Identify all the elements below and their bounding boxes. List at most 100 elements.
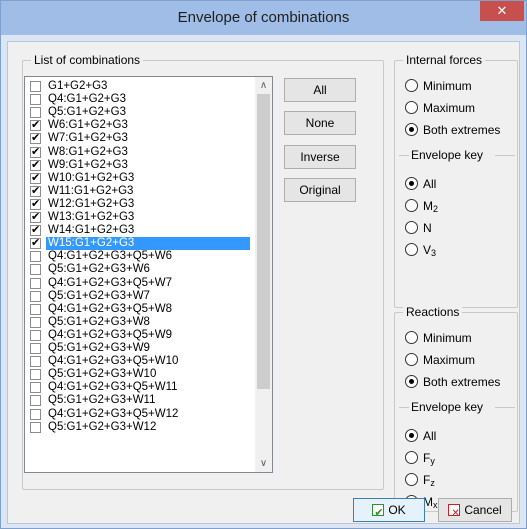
checkbox[interactable]: ✔ — [30, 225, 41, 237]
list-item-label: Q4:G1+G2+G3+Q5+W6 — [48, 250, 173, 263]
list-item-label: Q4:G1+G2+G3+Q5+W10 — [48, 355, 179, 368]
list-item[interactable]: Q4:G1+G2+G3+Q5+W12 — [25, 408, 255, 421]
checkbox[interactable] — [30, 251, 41, 263]
radio-button[interactable] — [405, 123, 418, 136]
original-button[interactable]: Original — [284, 178, 356, 202]
list-item[interactable]: ✔ W14:G1+G2+G3 — [25, 224, 255, 237]
list-item-label: Q4:G1+G2+G3+Q5+W12 — [48, 407, 179, 420]
checkbox[interactable]: ✔ — [30, 172, 41, 184]
list-item[interactable]: Q5:G1+G2+G3+W8 — [25, 316, 255, 329]
list-item-label: Q5:G1+G2+G3 — [48, 106, 126, 119]
scroll-down-icon[interactable]: ∨ — [255, 455, 272, 472]
all-button[interactable]: All — [284, 78, 356, 102]
scroll-up-icon[interactable]: ∧ — [255, 77, 272, 94]
key-symbol: N — [423, 221, 432, 235]
checkbox[interactable]: ✔ — [30, 185, 41, 197]
radio-label: M2 — [423, 198, 438, 217]
radio-button[interactable] — [405, 79, 418, 92]
vertical-scrollbar[interactable]: ∧ ∨ — [255, 77, 272, 472]
list-item[interactable]: Q5:G1+G2+G3+W6 — [25, 263, 255, 276]
list-item[interactable]: ✔ W15:G1+G2+G3 — [25, 237, 255, 251]
checkbox[interactable] — [30, 277, 41, 289]
list-item-label: W14:G1+G2+G3 — [48, 224, 135, 237]
checkbox[interactable]: ✔ — [30, 133, 41, 145]
dialog-window: Envelope of combinations ✕ List of combi… — [0, 0, 527, 529]
checkbox[interactable] — [30, 329, 41, 341]
list-item[interactable]: ✔ W9:G1+G2+G3 — [25, 159, 255, 172]
list-item[interactable]: Q5:G1+G2+G3+W11 — [25, 394, 255, 407]
checkbox[interactable] — [30, 316, 41, 328]
list-item[interactable]: ✔ W7:G1+G2+G3 — [25, 132, 255, 145]
list-item[interactable]: Q5:G1+G2+G3+W10 — [25, 368, 255, 381]
checkbox[interactable]: ✔ — [30, 212, 41, 223]
list-item[interactable]: Q4:G1+G2+G3+Q5+W6 — [25, 250, 255, 263]
scroll-thumb[interactable] — [257, 94, 270, 389]
reactions-envelope-key-header: Envelope key — [395, 400, 519, 414]
list-item[interactable]: ✔ W12:G1+G2+G3 — [25, 198, 255, 211]
list-item-label: Q4:G1+G2+G3+Q5+W7 — [48, 276, 173, 289]
radio-button[interactable] — [405, 353, 418, 366]
checkbox[interactable]: ✔ — [30, 120, 41, 132]
key-subscript: y — [430, 456, 435, 466]
checkbox[interactable] — [30, 408, 41, 420]
list-item[interactable]: ✔ W11:G1+G2+G3 — [25, 185, 255, 198]
checkbox[interactable] — [30, 382, 41, 394]
list-item[interactable]: ✔ W13:G1+G2+G3 — [25, 211, 255, 224]
radio-button[interactable] — [405, 429, 418, 442]
checkbox[interactable] — [30, 290, 41, 302]
checkbox[interactable] — [30, 421, 41, 433]
checkbox[interactable]: ✔ — [30, 159, 41, 171]
radio-button[interactable] — [405, 221, 418, 234]
list-item-label: Q5:G1+G2+G3+W9 — [48, 342, 150, 354]
combinations-listbox[interactable]: G1+G2+G3 Q4:G1+G2+G3 Q5:G1+G2+G3 ✔ W6:G1+G2+… — [24, 76, 273, 473]
checkbox[interactable]: ✔ — [30, 238, 41, 250]
radio-button[interactable] — [405, 473, 418, 486]
list-item[interactable]: Q5:G1+G2+G3+W9 — [25, 342, 255, 355]
checkbox[interactable] — [30, 395, 41, 407]
checkbox[interactable] — [30, 107, 41, 119]
checkbox[interactable] — [30, 264, 41, 276]
radio-button[interactable] — [405, 199, 418, 212]
checkbox[interactable]: ✔ — [30, 146, 41, 158]
radio-button[interactable] — [405, 375, 418, 388]
ok-button[interactable]: OK — [353, 498, 425, 524]
list-item[interactable]: Q5:G1+G2+G3 — [25, 106, 255, 119]
checkbox[interactable] — [30, 343, 41, 354]
radio-button[interactable] — [405, 451, 418, 464]
list-item[interactable]: Q4:G1+G2+G3+Q5+W9 — [25, 329, 255, 342]
checkbox[interactable] — [30, 356, 41, 368]
radio-button[interactable] — [405, 101, 418, 114]
checkbox[interactable] — [30, 303, 41, 315]
checkbox[interactable]: ✔ — [30, 198, 41, 210]
cancel-button[interactable]: Cancel — [438, 498, 512, 525]
list-item[interactable]: ✔ W6:G1+G2+G3 — [25, 119, 255, 132]
title-bar[interactable]: Envelope of combinations ✕ — [1, 1, 526, 35]
list-item[interactable]: ✔ W10:G1+G2+G3 — [25, 172, 255, 185]
list-item[interactable]: Q5:G1+G2+G3+W12 — [25, 421, 255, 434]
list-item[interactable]: Q4:G1+G2+G3 — [25, 93, 255, 106]
list-item[interactable]: Q4:G1+G2+G3+Q5+W7 — [25, 277, 255, 290]
inverse-button[interactable]: Inverse — [284, 145, 356, 169]
list-item[interactable]: ✔ W8:G1+G2+G3 — [25, 146, 255, 159]
list-item-label: W10:G1+G2+G3 — [48, 171, 135, 184]
internal-forces-title: Internal forces — [403, 53, 486, 67]
checkbox[interactable] — [30, 369, 41, 381]
list-item-label: W11:G1+G2+G3 — [48, 184, 134, 197]
list-item[interactable]: Q4:G1+G2+G3+Q5+W10 — [25, 355, 255, 368]
checkbox[interactable] — [30, 81, 41, 92]
radio-label: Fz — [423, 472, 435, 491]
radio-button[interactable] — [405, 177, 418, 190]
radio-label: All — [423, 176, 436, 195]
radio-button[interactable] — [405, 331, 418, 344]
list-item[interactable]: G1+G2+G3 — [25, 80, 255, 93]
radio-button[interactable] — [405, 243, 418, 256]
checkbox[interactable] — [30, 94, 41, 106]
list-item[interactable]: Q4:G1+G2+G3+Q5+W8 — [25, 303, 255, 316]
ok-label: OK — [388, 503, 406, 517]
list-item-label: W12:G1+G2+G3 — [48, 197, 135, 210]
radio-label: Fy — [423, 450, 435, 469]
none-button[interactable]: None — [284, 111, 356, 135]
close-button[interactable]: ✕ — [480, 1, 524, 21]
list-item[interactable]: Q5:G1+G2+G3+W7 — [25, 290, 255, 303]
list-item[interactable]: Q4:G1+G2+G3+Q5+W11 — [25, 381, 255, 394]
